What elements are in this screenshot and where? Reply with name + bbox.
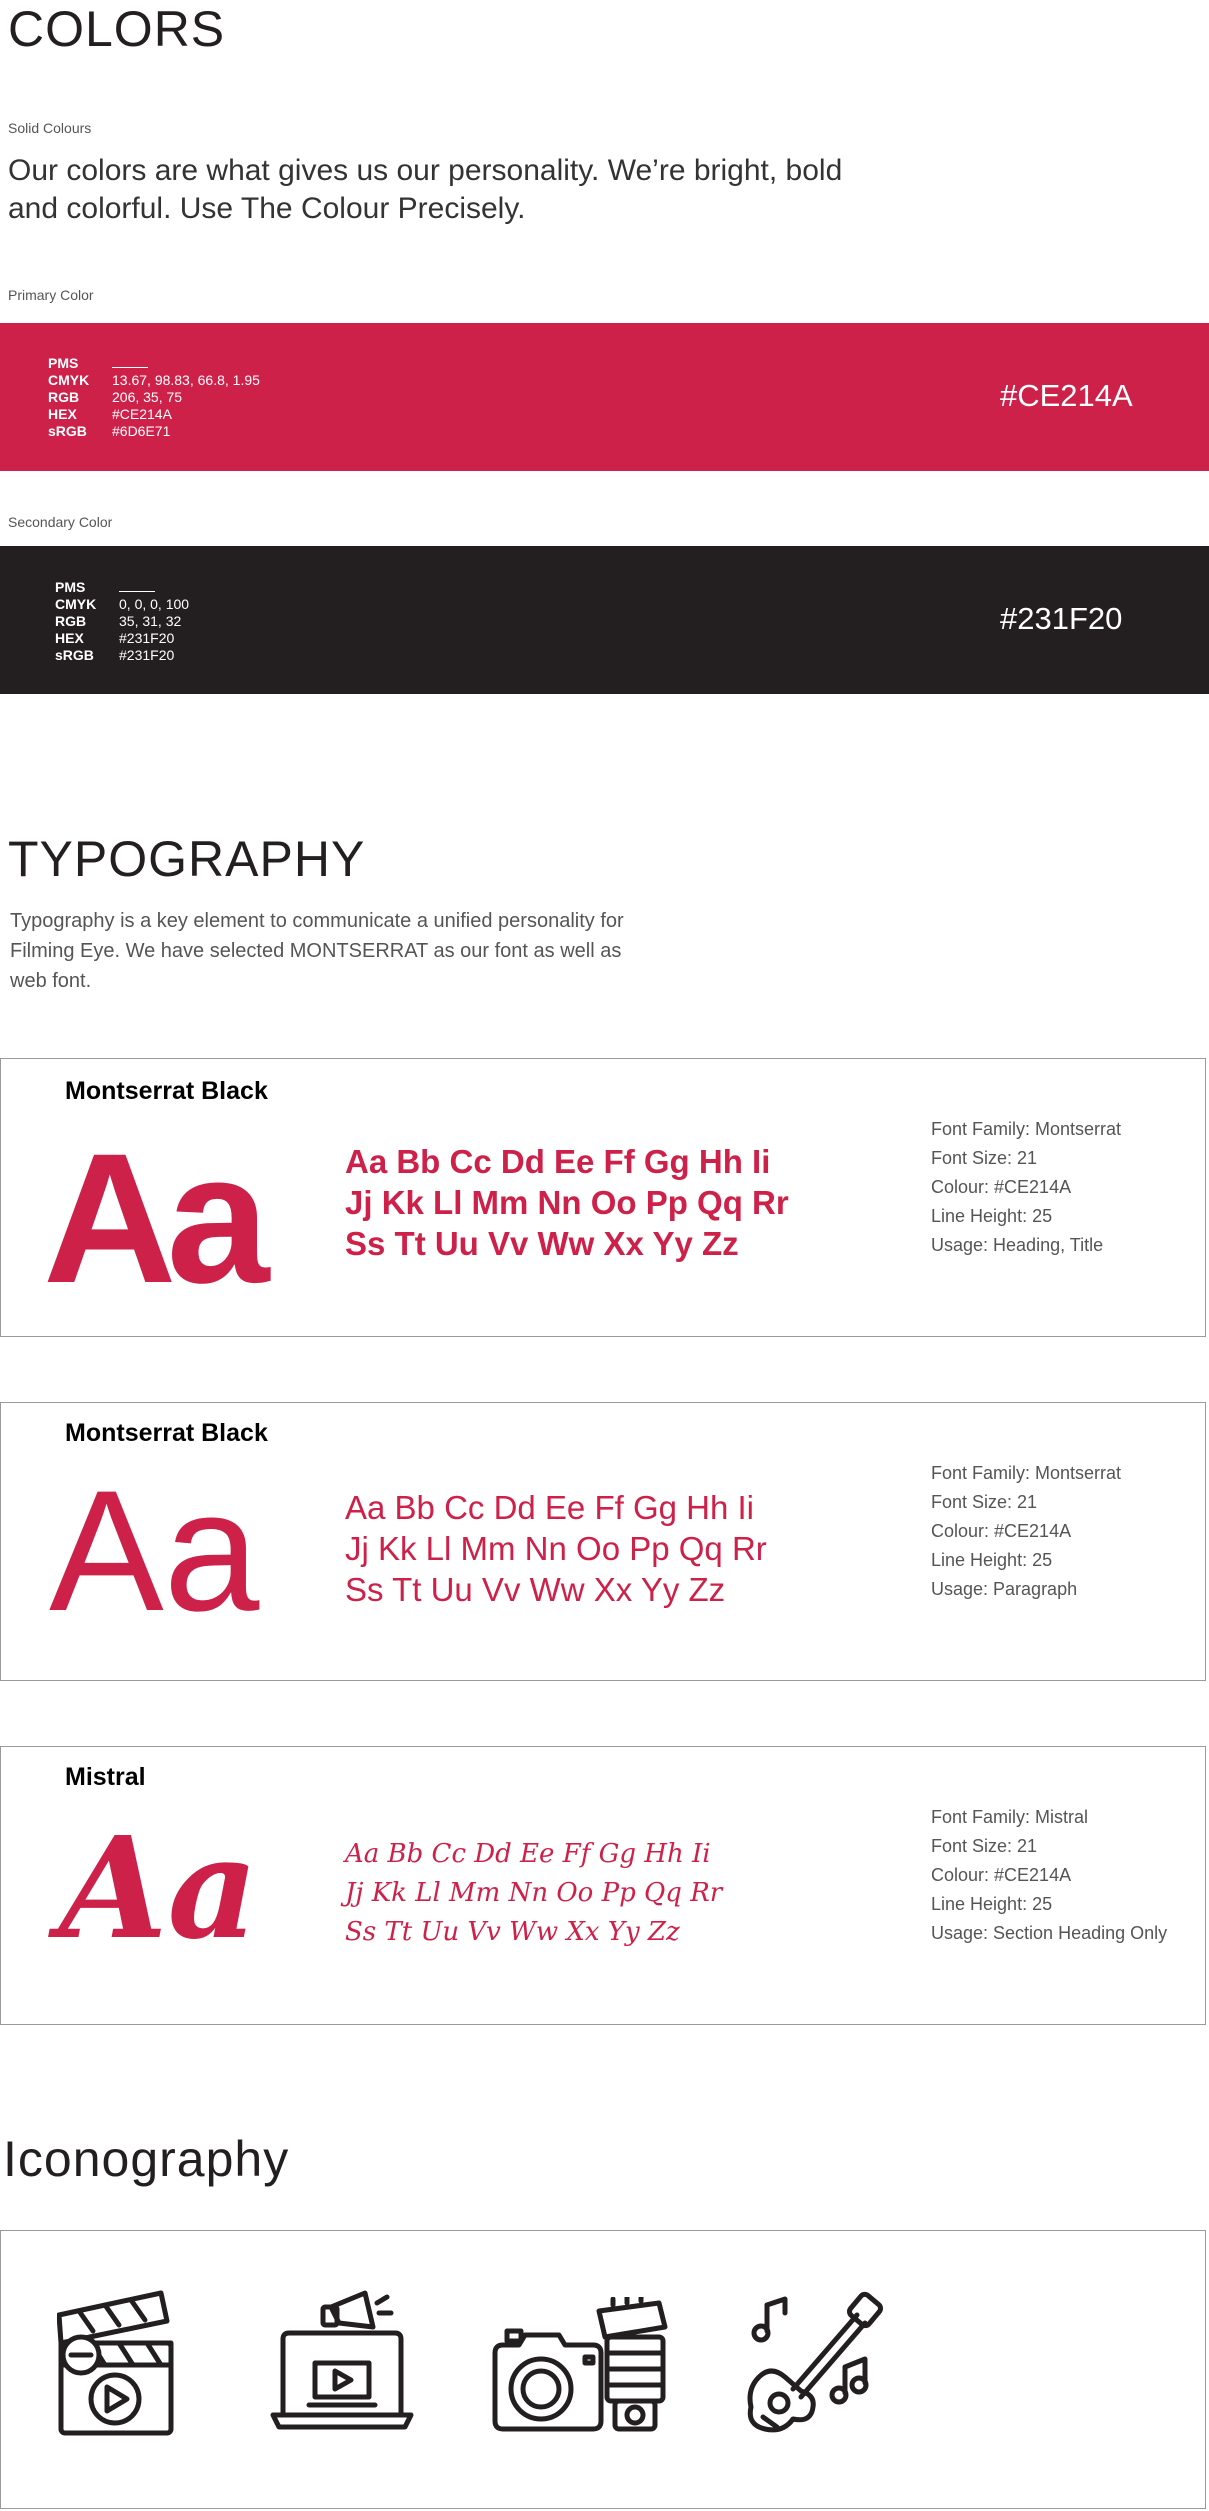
iconography-panel [0, 2230, 1206, 2509]
guitar-music-icon [747, 2291, 884, 2433]
clapperboard-icon [57, 2290, 174, 2436]
font-specs: Font Family: Montserrat Font Size: 21 Co… [931, 1463, 1122, 1599]
spec-row-pms: PMS [55, 579, 189, 596]
secondary-color-label: Secondary Color [8, 514, 113, 530]
spec-row-srgb: sRGB #6D6E71 [48, 423, 171, 439]
spec-row-hex: HEX #CE214A [48, 406, 172, 422]
spec-row-cmyk: CMYK 13.67, 98.83, 66.8, 1.95 [48, 372, 260, 388]
font-sample-aa: Aa [43, 1116, 269, 1322]
font-sample-aa: Aa [59, 1807, 259, 1971]
colors-title: COLORS [8, 1, 226, 57]
font-card-montserrat-light: Montserrat Black Aa Aa Bb Cc Dd Ee Ff Gg… [0, 1402, 1206, 1681]
secondary-color-swatch: PMS CMYK 0, 0, 0, 100 RGB 35, 31, 32 HEX #2… [0, 546, 1209, 694]
font-alphabet: Aa Bb Cc Dd Ee Ff Gg Hh Ii Jj Kk Ll Mm N… [345, 1143, 789, 1262]
colors-intro: Our colors are what gives us our persona… [8, 154, 843, 225]
primary-color-specs: PMS CMYK 13.67, 98.83, 66.8, 1.95 RGB 206,… [48, 355, 260, 440]
font-alphabet: Aa Bb Cc Dd Ee Ff Gg Hh Ii Jj Kk Ll Mm N… [345, 1489, 767, 1608]
font-specs: Font Family: Montserrat Font Size: 21 Co… [931, 1119, 1122, 1255]
font-card-mistral: Mistral Aa Aa Bb Cc Dd Ee Ff Gg Hh Ii Jj… [0, 1746, 1206, 2025]
font-card-title: Montserrat Black [65, 1419, 268, 1447]
camera-lens-icon [492, 2297, 668, 2432]
primary-hex-display: #CE214A [1000, 378, 1133, 413]
font-alphabet: Aa Bb Cc Dd Ee Ff Gg Hh Ii Jj Kk Ll Mm N… [345, 1839, 723, 1947]
font-card-montserrat-black: Montserrat Black Aa Aa Bb Cc Dd Ee Ff Gg… [0, 1058, 1206, 1337]
spec-row-srgb: sRGB #231F20 [55, 647, 175, 663]
spec-row-rgb: RGB 35, 31, 32 [55, 613, 182, 629]
font-card-title: Montserrat Black [65, 1077, 268, 1105]
iconography-title: Iconography [3, 2131, 290, 2187]
font-specs: Font Family: Mistral Font Size: 21 Colou… [931, 1807, 1168, 1943]
font-card-title: Mistral [65, 1763, 146, 1791]
primary-color-label: Primary Color [8, 287, 94, 303]
secondary-hex-display: #231F20 [1000, 601, 1123, 636]
font-sample-aa: Aa [49, 1455, 260, 1647]
typography-title: TYPOGRAPHY [8, 831, 366, 887]
solid-colours-label: Solid Colours [8, 120, 92, 136]
laptop-video-megaphone-icon [270, 2290, 414, 2430]
secondary-color-specs: PMS CMYK 0, 0, 0, 100 RGB 35, 31, 32 HEX #2… [55, 579, 189, 664]
spec-row-pms: PMS [48, 355, 260, 372]
spec-row-hex: HEX #231F20 [55, 630, 175, 646]
spec-row-cmyk: CMYK 0, 0, 0, 100 [55, 596, 190, 612]
primary-color-swatch: PMS CMYK 13.67, 98.83, 66.8, 1.95 RGB 206,… [0, 323, 1209, 471]
typography-description: Typography is a key element to communica… [10, 910, 624, 992]
spec-row-rgb: RGB 206, 35, 75 [48, 389, 183, 405]
